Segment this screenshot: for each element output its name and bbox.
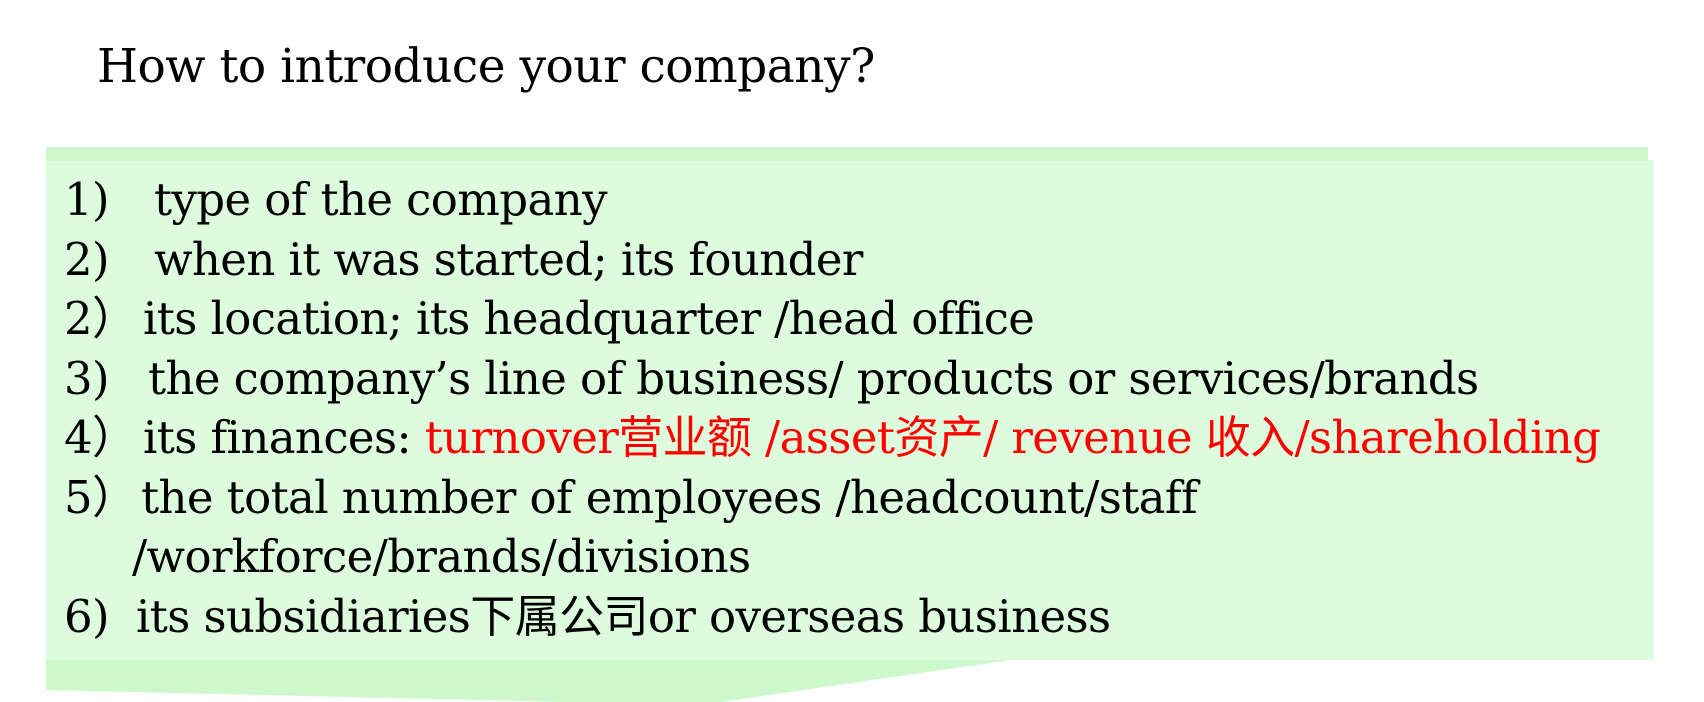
item-text: the company’s line of business/ products… — [148, 351, 1479, 405]
list-item: 3) the company’s line of business/ produ… — [64, 349, 1624, 409]
list-item-continuation: /workforce/brands/divisions — [64, 527, 1624, 587]
item-number: 3) — [64, 351, 110, 405]
page-title: How to introduce your company? — [97, 39, 875, 94]
item-text: its finances: turnover营业额 /asset资产/ reve… — [143, 408, 1601, 468]
list-item: 2) when it was started; its founder — [64, 230, 1624, 290]
list-item: 4） its finances: turnover营业额 /asset资产/ r… — [64, 408, 1624, 468]
topic-list: 1) type of the company 2) when it was st… — [64, 170, 1624, 646]
item-number: 4） — [64, 411, 137, 464]
item-number: 5） — [64, 470, 137, 524]
item-text-continuation: /workforce/brands/divisions — [132, 530, 751, 583]
item-text-plain: its finances: — [143, 411, 425, 464]
item-number: 6) — [64, 589, 110, 643]
finance-terms-highlight: turnover营业额 /asset资产/ revenue 收入/shareho… — [424, 411, 1601, 464]
item-text: its location; its headquarter /head offi… — [143, 292, 1035, 345]
item-text: its subsidiaries下属公司or overseas business — [136, 589, 1111, 643]
item-text: type of the company — [154, 173, 608, 226]
item-text: the total number of employees /headcount… — [141, 470, 1198, 524]
panel-top-edge — [46, 147, 1648, 161]
item-number: 2） — [64, 292, 137, 345]
list-item: 2） its location; its headquarter /head o… — [64, 289, 1624, 349]
list-item: 6) its subsidiaries下属公司or overseas busin… — [64, 587, 1624, 647]
item-text: when it was started; its founder — [154, 232, 863, 286]
list-item: 5） the total number of employees /headco… — [64, 468, 1624, 528]
item-number: 2) — [64, 232, 110, 286]
list-item: 1) type of the company — [64, 170, 1624, 230]
item-number: 1) — [64, 173, 110, 226]
panel-bottom-edge — [46, 660, 1010, 702]
